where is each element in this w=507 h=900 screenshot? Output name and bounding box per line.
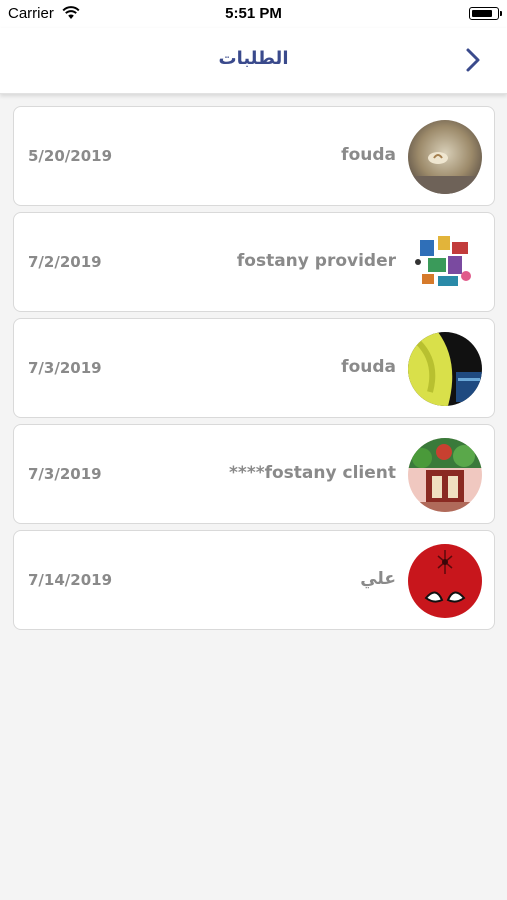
order-date: 7/14/2019 xyxy=(28,571,113,589)
order-date: 5/20/2019 xyxy=(28,147,113,165)
order-client-name: ****fostany client xyxy=(229,463,396,483)
order-card[interactable]: 7/3/2019 fouda xyxy=(13,318,495,418)
navigation-bar: الطلبات xyxy=(0,28,507,94)
order-client-name: fostany provider xyxy=(236,251,396,271)
order-date: 7/2/2019 xyxy=(28,253,102,271)
chevron-right-icon xyxy=(466,48,480,72)
order-client-name: علي xyxy=(360,569,396,589)
coffee-photo-avatar xyxy=(408,120,482,194)
order-client-name: fouda xyxy=(341,357,396,377)
collage-photo-avatar xyxy=(408,226,482,300)
order-client-name: fouda xyxy=(341,145,396,165)
clock: 5:51 PM xyxy=(225,5,282,22)
orders-list: 5/20/2019 fouda 7/2/2019 fostany provide… xyxy=(13,106,495,636)
order-date: 7/3/2019 xyxy=(28,359,102,377)
order-card[interactable]: 7/14/2019 علي xyxy=(13,530,495,630)
order-date: 7/3/2019 xyxy=(28,465,102,483)
spiderman-avatar xyxy=(408,544,482,618)
order-card[interactable]: 7/2/2019 fostany provider xyxy=(13,212,495,312)
page-title: الطلبات xyxy=(218,48,289,69)
order-card[interactable]: 7/3/2019 ****fostany client xyxy=(13,424,495,524)
battery-icon xyxy=(469,7,502,20)
storefront-photo-avatar xyxy=(408,438,482,512)
status-bar: Carrier 5:51 PM xyxy=(0,0,507,28)
order-card[interactable]: 5/20/2019 fouda xyxy=(13,106,495,206)
back-button[interactable] xyxy=(459,44,487,76)
yellow-abstract-avatar xyxy=(408,332,482,406)
